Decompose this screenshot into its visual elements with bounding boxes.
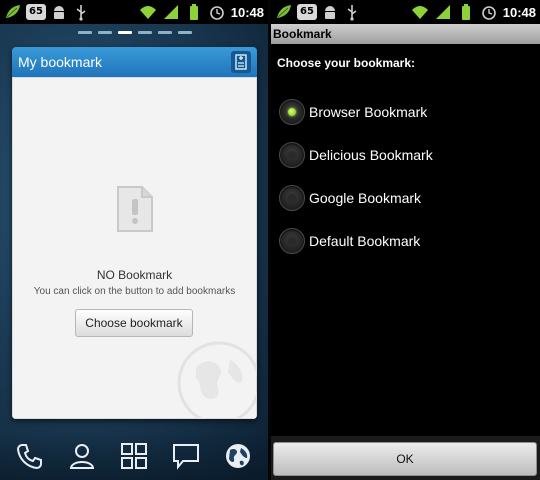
phone-icon[interactable] <box>14 440 46 472</box>
radio-button[interactable] <box>279 228 305 254</box>
leaf-notification-icon <box>6 5 20 18</box>
status-bar: 65 10:48 <box>0 0 268 24</box>
page-dot <box>158 31 172 34</box>
signal-icon <box>163 5 178 19</box>
widget-title: My bookmark <box>18 54 103 70</box>
alarm-icon <box>481 6 496 20</box>
ok-button[interactable]: OK <box>273 442 537 476</box>
page-dot-active <box>118 31 132 34</box>
widget-body: NO Bookmark You can click on the button … <box>12 77 257 419</box>
battery-icon <box>461 4 470 20</box>
wifi-icon <box>139 6 156 19</box>
radio-option-default-bookmark[interactable]: Default Bookmark <box>279 226 529 256</box>
signal-icon <box>435 5 450 19</box>
contacts-icon[interactable] <box>66 440 98 472</box>
bookmark-widget: My bookmark NO Bookmark You can click on… <box>12 47 257 419</box>
notification-count-badge: 65 <box>26 4 46 20</box>
apps-grid-icon[interactable] <box>118 440 150 472</box>
bookmark-dialog-screen: 65 10:48 Bookmark Choose your bookmark: … <box>271 0 540 480</box>
empty-document-icon <box>117 186 153 232</box>
dialog-title: Bookmark <box>273 27 332 41</box>
radio-label: Default Bookmark <box>309 233 421 249</box>
clock: 10:48 <box>230 4 264 20</box>
home-screen: 65 10:48 My bookmark NO Bookmark You can… <box>0 0 268 480</box>
radio-label: Delicious Bookmark <box>309 147 433 163</box>
radio-button[interactable] <box>279 142 305 168</box>
radio-option-browser-bookmark[interactable]: Browser Bookmark <box>279 97 529 127</box>
status-bar: 65 10:48 <box>271 0 540 24</box>
globe-watermark-icon <box>177 341 257 419</box>
radio-option-delicious-bookmark[interactable]: Delicious Bookmark <box>279 140 529 170</box>
usb-icon <box>76 5 86 21</box>
empty-state-title: NO Bookmark <box>96 268 173 282</box>
widget-settings-button[interactable] <box>231 51 251 73</box>
dialog-prompt: Choose your bookmark: <box>277 56 416 70</box>
radio-label: Browser Bookmark <box>309 104 428 120</box>
clock: 10:48 <box>502 4 536 20</box>
wifi-icon <box>411 6 428 19</box>
android-debug-icon <box>54 6 64 19</box>
notification-count-badge: 65 <box>297 4 317 20</box>
alarm-icon <box>209 6 224 20</box>
page-dot <box>78 31 92 34</box>
page-indicator <box>78 31 192 34</box>
page-dot <box>98 31 112 34</box>
page-dot <box>178 31 192 34</box>
empty-state-hint: You can click on the button to add bookm… <box>33 286 236 297</box>
radio-button[interactable] <box>279 185 305 211</box>
bookmark-add-icon <box>235 54 247 70</box>
browser-globe-icon[interactable] <box>222 440 254 472</box>
battery-icon <box>189 4 198 20</box>
radio-label: Google Bookmark <box>309 190 422 206</box>
android-debug-icon <box>325 6 335 19</box>
dialog-title-bar: Bookmark <box>271 24 540 44</box>
messaging-icon[interactable] <box>170 440 202 472</box>
radio-button[interactable] <box>279 99 305 125</box>
widget-header: My bookmark <box>12 47 257 77</box>
app-dock <box>0 432 268 480</box>
radio-option-google-bookmark[interactable]: Google Bookmark <box>279 183 529 213</box>
leaf-notification-icon <box>277 5 291 18</box>
choose-bookmark-button[interactable]: Choose bookmark <box>75 309 193 337</box>
usb-icon <box>347 5 357 21</box>
page-dot <box>138 31 152 34</box>
